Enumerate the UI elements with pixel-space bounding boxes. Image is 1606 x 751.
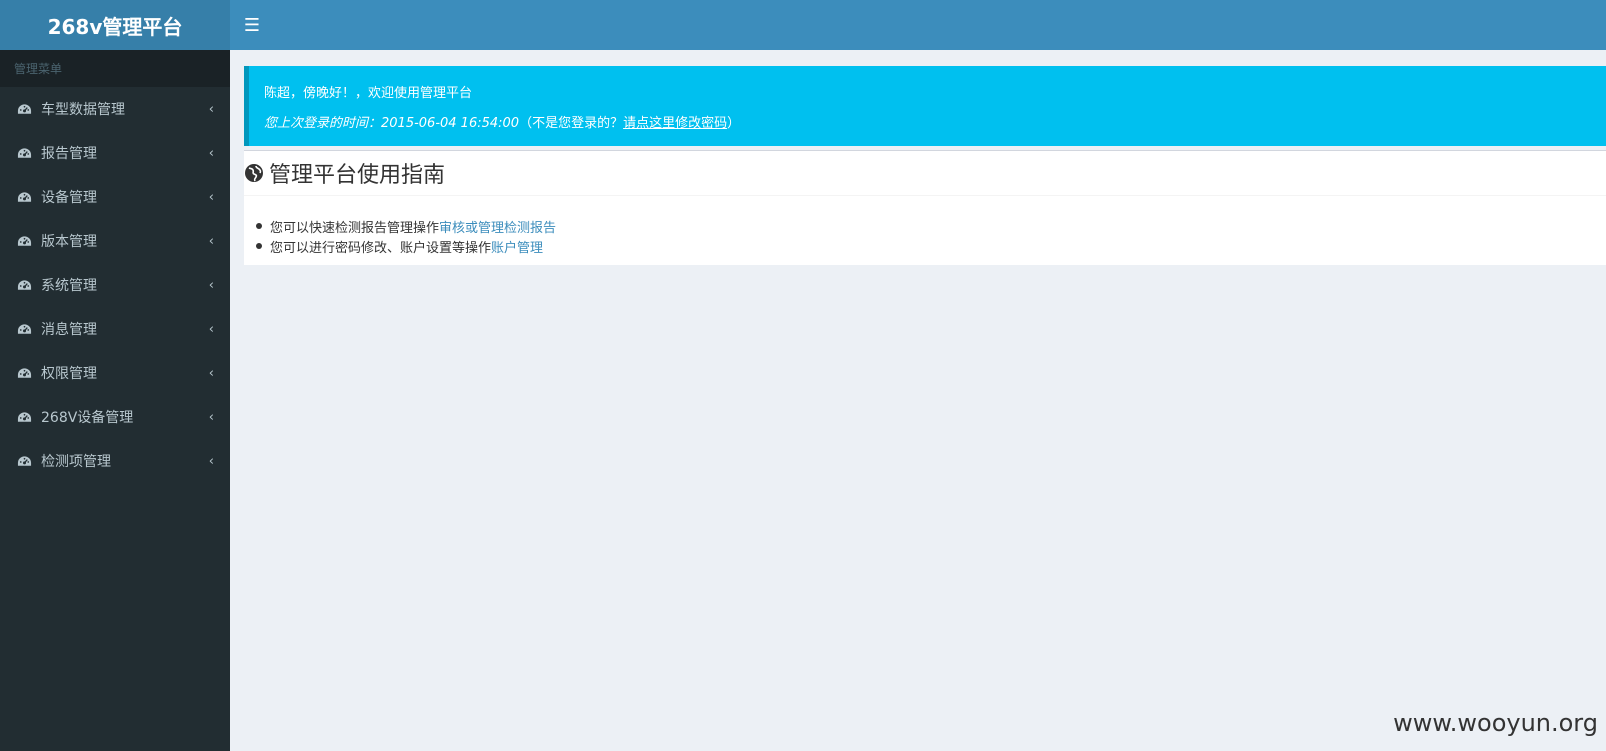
sidebar-item-permissions[interactable]: 权限管理 ‹ — [0, 351, 230, 395]
dashboard-icon — [16, 233, 32, 249]
app-root: 268v管理平台 ☰ 管理菜单 车型数据管理 ‹ 报告管理 ‹ 设备管理 ‹ 版… — [0, 0, 1606, 751]
sidebar-toggle-button[interactable]: ☰ — [230, 0, 274, 50]
app-logo[interactable]: 268v管理平台 — [0, 0, 230, 50]
guide-title: 管理平台使用指南 — [269, 163, 446, 188]
sidebar-item-devices[interactable]: 设备管理 ‹ — [0, 175, 230, 219]
sidebar-item-268v-devices[interactable]: 268V设备管理 ‹ — [0, 395, 230, 439]
sidebar-item-label: 系统管理 — [41, 278, 97, 294]
chevron-left-icon: ‹ — [208, 145, 214, 161]
dashboard-icon — [16, 321, 32, 337]
hamburger-menu-icon: ☰ — [243, 14, 261, 36]
chevron-left-icon: ‹ — [208, 189, 214, 205]
dashboard-icon — [16, 409, 32, 425]
change-password-link[interactable]: 请点这里修改密码 — [623, 112, 727, 131]
guide-list-item: 您可以快速检测报告管理操作 审核或管理检测报告 — [256, 216, 1594, 236]
last-login-line: 您上次登录的时间：2015-06-04 16:54:00 （不是您登录的？ 请点… — [264, 112, 1591, 131]
chevron-left-icon: ‹ — [208, 365, 214, 381]
sidebar-item-label: 检测项管理 — [41, 454, 111, 470]
sidebar-item-label: 消息管理 — [41, 322, 97, 338]
sidebar-section-title: 管理菜单 — [0, 50, 230, 87]
main-content: 陈超，傍晚好！，欢迎使用管理平台 您上次登录的时间：2015-06-04 16:… — [230, 50, 1606, 751]
guide-item-text: 您可以快速检测报告管理操作 — [270, 220, 440, 236]
chevron-left-icon: ‹ — [208, 321, 214, 337]
dashboard-icon — [16, 365, 32, 381]
chevron-left-icon: ‹ — [208, 101, 214, 117]
sidebar-item-label: 设备管理 — [41, 190, 97, 206]
guide-box-header: 管理平台使用指南 — [244, 151, 1606, 196]
chevron-left-icon: ‹ — [208, 453, 214, 469]
chevron-left-icon: ‹ — [208, 233, 214, 249]
chevron-left-icon: ‹ — [208, 277, 214, 293]
sidebar-item-label: 268V设备管理 — [41, 410, 134, 426]
sidebar-item-label: 权限管理 — [41, 366, 97, 382]
sidebar-item-system[interactable]: 系统管理 ‹ — [0, 263, 230, 307]
review-reports-link[interactable]: 审核或管理检测报告 — [439, 217, 556, 236]
watermark: www.wooyun.org — [1393, 709, 1598, 737]
account-management-link[interactable]: 账户管理 — [491, 237, 543, 256]
welcome-greeting: 陈超，傍晚好！，欢迎使用管理平台 — [264, 85, 473, 101]
sidebar-item-versions[interactable]: 版本管理 ‹ — [0, 219, 230, 263]
last-login-time: 您上次登录的时间：2015-06-04 16:54:00 — [264, 116, 520, 131]
dashboard-icon — [16, 189, 32, 205]
guide-box: 管理平台使用指南 您可以快速检测报告管理操作 审核或管理检测报告 您可以进行密码… — [244, 150, 1606, 265]
sidebar: 管理菜单 车型数据管理 ‹ 报告管理 ‹ 设备管理 ‹ 版本管理 ‹ 系统管理 … — [0, 50, 230, 751]
sidebar-item-messages[interactable]: 消息管理 ‹ — [0, 307, 230, 351]
bullet — [256, 223, 262, 229]
guide-list-item: 您可以进行密码修改、账户设置等操作 账户管理 — [256, 236, 1594, 256]
top-header: 268v管理平台 ☰ — [0, 0, 1606, 50]
guide-item-text: 您可以进行密码修改、账户设置等操作 — [270, 240, 492, 256]
dashboard-icon — [16, 453, 32, 469]
sidebar-item-label: 车型数据管理 — [41, 102, 125, 118]
sidebar-item-reports[interactable]: 报告管理 ‹ — [0, 131, 230, 175]
close-paren-text: ） — [727, 116, 741, 131]
bullet — [256, 243, 262, 249]
dashboard-icon — [16, 145, 32, 161]
sidebar-item-label: 报告管理 — [41, 146, 97, 162]
sidebar-item-label: 版本管理 — [41, 234, 97, 250]
dashboard-icon — [16, 277, 32, 293]
welcome-callout: 陈超，傍晚好！，欢迎使用管理平台 您上次登录的时间：2015-06-04 16:… — [244, 66, 1606, 146]
sidebar-item-test-items[interactable]: 检测项管理 ‹ — [0, 439, 230, 483]
guide-list: 您可以快速检测报告管理操作 审核或管理检测报告 您可以进行密码修改、账户设置等操… — [244, 196, 1606, 256]
sidebar-item-vehicle-data[interactable]: 车型数据管理 ‹ — [0, 87, 230, 131]
dashboard-icon — [16, 101, 32, 117]
chevron-left-icon: ‹ — [208, 409, 214, 425]
globe-icon — [244, 163, 264, 183]
not-you-text: （不是您登录的？ — [519, 116, 624, 131]
